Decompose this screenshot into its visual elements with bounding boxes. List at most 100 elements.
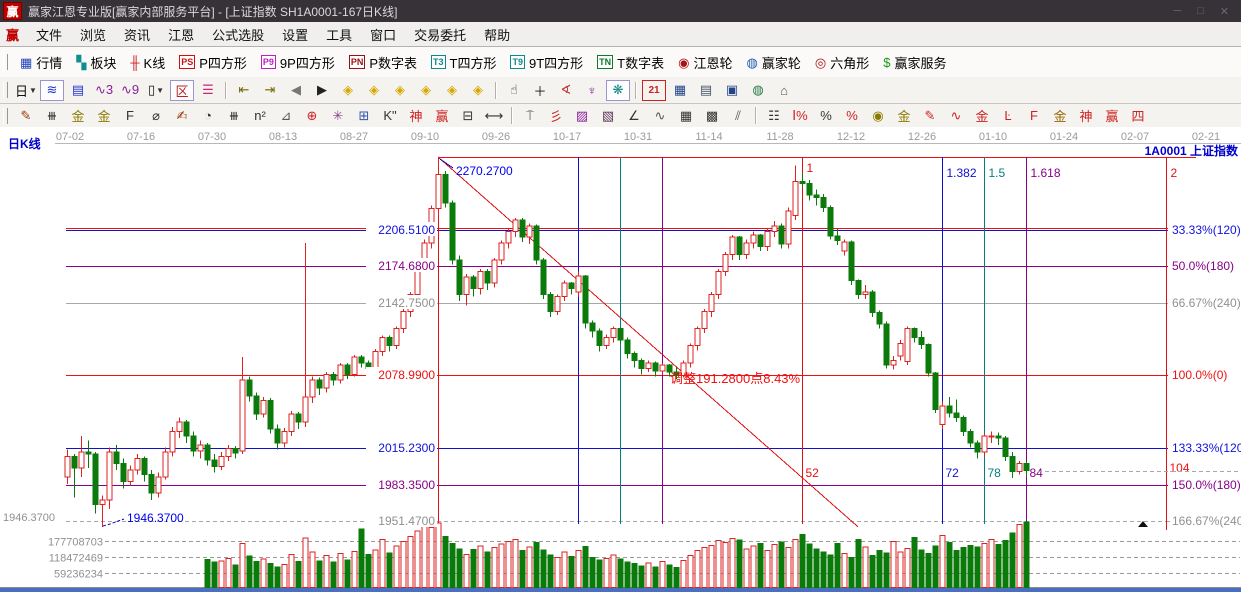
kline-chart[interactable]: 07-0207-1607-3008-1308-2709-1009-2610-17… xyxy=(0,127,1241,588)
crosshair-tool-icon[interactable]: ＋ xyxy=(528,80,552,101)
gold-grid-icon[interactable]: 金 xyxy=(66,105,90,126)
toolbar-button-winner-service[interactable]: $赢家服务 xyxy=(876,47,953,77)
menu-item-8[interactable]: 交易委托 xyxy=(405,24,475,45)
marker-pen-icon[interactable]: ✍ xyxy=(170,105,194,126)
square-grid2-icon[interactable]: ▩ xyxy=(700,105,724,126)
network-data-icon[interactable]: ◍ xyxy=(746,80,770,101)
red-zone-icon[interactable]: 区 xyxy=(170,80,194,101)
menu-item-6[interactable]: 工具 xyxy=(317,24,361,45)
channel-icon[interactable]: ⍑ xyxy=(518,105,542,126)
note-list-icon[interactable]: ▤ xyxy=(66,80,90,101)
si-angle-icon[interactable]: 四 xyxy=(1126,105,1150,126)
pen-bars-icon[interactable]: ✎ xyxy=(918,105,942,126)
hand-tool-icon[interactable]: ☝ xyxy=(502,80,526,101)
close-button[interactable]: ✕ xyxy=(1220,5,1229,18)
toolbar-drag-handle[interactable] xyxy=(3,54,8,70)
slash-lines-icon[interactable]: ⫽ xyxy=(726,105,750,126)
menu-item-1[interactable]: 浏览 xyxy=(71,24,115,45)
gold-line-icon[interactable]: 金 xyxy=(892,105,916,126)
calculator-icon[interactable]: ▦ xyxy=(668,80,692,101)
number-grid-icon[interactable]: ⊟ xyxy=(456,105,480,126)
notepad-icon[interactable]: ▤ xyxy=(694,80,718,101)
tick-ruler-icon[interactable]: ⧻ xyxy=(222,105,246,126)
workstation-icon[interactable]: ⌂ xyxy=(772,80,796,101)
time-ruler-icon[interactable]: ⧻ xyxy=(40,105,64,126)
n-square-icon[interactable]: n² xyxy=(248,105,272,126)
toolbar-button-p-square[interactable]: PSP四方形 xyxy=(172,47,254,77)
toolbar-button-nine-t-square[interactable]: T99T四方形 xyxy=(503,47,590,77)
gold-circle-icon[interactable]: ◉ xyxy=(866,105,890,126)
gold-grid2-icon[interactable]: 金 xyxy=(92,105,116,126)
gold-angle-icon[interactable]: 金 xyxy=(1048,105,1072,126)
t-percent-icon[interactable]: Ⅰ% xyxy=(788,105,812,126)
window-titlebar[interactable]: 赢 赢家江恩专业版[赢家内部服务平台] - [上证指数 SH1A0001-167… xyxy=(0,0,1241,22)
toolbar-button-t-square[interactable]: T3T四方形 xyxy=(424,47,503,77)
next-bar-icon[interactable]: ▶ xyxy=(310,80,334,101)
gold-red-icon[interactable]: 金 xyxy=(970,105,994,126)
minimize-button[interactable]: ─ xyxy=(1173,5,1181,18)
toolbar-button-gann-wheel[interactable]: ◉江恩轮 xyxy=(671,47,739,77)
square-grid-icon[interactable]: ▦ xyxy=(674,105,698,126)
box-count-icon[interactable]: ☷ xyxy=(762,105,786,126)
l-angle-icon[interactable]: Ŀ xyxy=(996,105,1020,126)
fan-box-icon[interactable]: ▨ xyxy=(570,105,594,126)
grid-star-icon[interactable]: ⊞ xyxy=(352,105,376,126)
angle-measure-icon[interactable]: ∢ xyxy=(554,80,578,101)
percent-icon[interactable]: % xyxy=(814,105,838,126)
f-angle-icon[interactable]: F xyxy=(1022,105,1046,126)
fan-box2-icon[interactable]: ▧ xyxy=(596,105,620,126)
fan-lines-icon[interactable]: 彡 xyxy=(544,105,568,126)
k-mark-icon[interactable]: Κ" xyxy=(378,105,402,126)
zoom-plus-diamond-icon[interactable]: ◈ xyxy=(440,80,464,101)
candle-style-dropdown[interactable]: ▯▼ xyxy=(144,80,168,101)
fibo-f-icon[interactable]: F xyxy=(118,105,142,126)
ying-angle-icon[interactable]: 赢 xyxy=(1100,105,1124,126)
volume-profile-icon[interactable]: ☰ xyxy=(196,80,220,101)
save-icon[interactable]: ▣ xyxy=(720,80,744,101)
shen-grid-icon[interactable]: 神 xyxy=(404,105,428,126)
toolbar-drag-handle[interactable] xyxy=(3,82,8,98)
menu-item-9[interactable]: 帮助 xyxy=(475,24,519,45)
broom-tool-icon[interactable]: ♆ xyxy=(580,80,604,101)
toolbar-button-winner-wheel[interactable]: ◍赢家轮 xyxy=(739,47,807,77)
zoom-x-diamond-icon[interactable]: ◈ xyxy=(414,80,438,101)
percent-line-icon[interactable]: % xyxy=(840,105,864,126)
formula-brain-icon[interactable]: ❋ xyxy=(606,80,630,101)
menu-item-7[interactable]: 窗口 xyxy=(361,24,405,45)
zoom-h-diamond-icon[interactable]: ◈ xyxy=(388,80,412,101)
minute3-bars-icon[interactable]: ∿3 xyxy=(92,80,116,101)
toolbar-button-kline[interactable]: ╫K线 xyxy=(123,47,172,77)
period-day-dropdown[interactable]: 日▼ xyxy=(14,80,38,101)
angle-line-icon[interactable]: ⊿ xyxy=(274,105,298,126)
calendar-icon[interactable]: 21 xyxy=(642,80,666,101)
sketch-mode-icon[interactable]: ≋ xyxy=(40,80,64,101)
last-page-icon[interactable]: ⇥ xyxy=(258,80,282,101)
menu-item-0[interactable]: 文件 xyxy=(27,24,71,45)
menu-item-5[interactable]: 设置 xyxy=(273,24,317,45)
wave-icon[interactable]: ∿ xyxy=(648,105,672,126)
zoom-all-diamond-icon[interactable]: ◈ xyxy=(466,80,490,101)
toolbar-button-hexagon[interactable]: ◎六角形 xyxy=(808,47,876,77)
menu-item-4[interactable]: 公式选股 xyxy=(203,24,273,45)
shen-angle-icon[interactable]: 神 xyxy=(1074,105,1098,126)
star-burst-icon[interactable]: ✳ xyxy=(326,105,350,126)
wave-band-icon[interactable]: ∿ xyxy=(944,105,968,126)
first-page-icon[interactable]: ⇤ xyxy=(232,80,256,101)
menu-item-2[interactable]: 资讯 xyxy=(115,24,159,45)
prev-bar-icon[interactable]: ◀ xyxy=(284,80,308,101)
circle-cross-icon[interactable]: ⊕ xyxy=(300,105,324,126)
menu-item-3[interactable]: 江恩 xyxy=(159,24,203,45)
pan-right-diamond-icon[interactable]: ◈ xyxy=(362,80,386,101)
toolbar-button-nine-p-square[interactable]: P99P四方形 xyxy=(254,47,342,77)
toolbar-drag-handle[interactable] xyxy=(3,108,8,124)
toolbar-button-p-number-table[interactable]: PNP数字表 xyxy=(342,47,424,77)
draw-pen-icon[interactable]: ✎ xyxy=(14,105,38,126)
ying-grid-icon[interactable]: 赢 xyxy=(430,105,454,126)
toolbar-button-sector-blocks[interactable]: ▚板块 xyxy=(69,47,123,77)
pan-left-diamond-icon[interactable]: ◈ xyxy=(336,80,360,101)
minute9-bars-icon[interactable]: ∿9 xyxy=(118,80,142,101)
spiral-icon[interactable]: ⌀ xyxy=(144,105,168,126)
trend-angle-icon[interactable]: ∠ xyxy=(622,105,646,126)
maximize-button[interactable]: □ xyxy=(1197,5,1204,18)
span-arrows-icon[interactable]: ⟷ xyxy=(482,105,506,126)
